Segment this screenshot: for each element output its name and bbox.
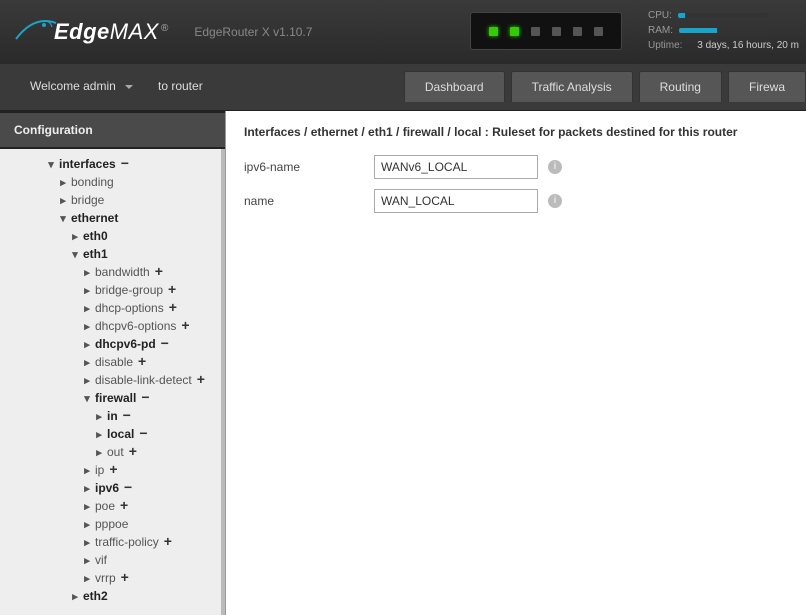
registered-icon: ® <box>161 23 168 34</box>
tree-bonding[interactable]: ▸bonding <box>0 173 221 191</box>
tree-firewall-out[interactable]: ▸out+ <box>0 443 221 461</box>
config-tree: ▾interfaces− ▸bonding ▸bridge ▾ethernet … <box>0 149 225 615</box>
tree-firewall-local[interactable]: ▸local− <box>0 425 221 443</box>
content-area: Configuration ▾interfaces− ▸bonding ▸bri… <box>0 111 806 615</box>
ram-label: RAM: <box>648 23 673 38</box>
cpu-label: CPU: <box>648 8 672 23</box>
info-icon[interactable]: i <box>548 194 562 208</box>
led-2 <box>510 27 519 36</box>
tree-bridge-group[interactable]: ▸bridge-group+ <box>0 281 221 299</box>
cpu-bar <box>678 13 768 18</box>
to-router-link[interactable]: to router <box>158 79 203 93</box>
sidebar: Configuration ▾interfaces− ▸bonding ▸bri… <box>0 111 226 615</box>
ipv6-name-input[interactable] <box>374 155 538 179</box>
led-3 <box>531 27 540 36</box>
tree-poe[interactable]: ▸poe+ <box>0 497 221 515</box>
port-led-panel <box>470 12 622 50</box>
tab-routing[interactable]: Routing <box>639 71 722 102</box>
main-tabs: Dashboard Traffic Analysis Routing Firew… <box>404 71 806 102</box>
name-input[interactable] <box>374 189 538 213</box>
breadcrumb: Interfaces / ethernet / eth1 / firewall … <box>244 125 788 139</box>
tree-vif[interactable]: ▸vif <box>0 551 221 569</box>
tree-dhcpv6-pd[interactable]: ▸dhcpv6-pd− <box>0 335 221 353</box>
tree-disable[interactable]: ▸disable+ <box>0 353 221 371</box>
app-header: EdgeMAX ® EdgeRouter X v1.10.7 CPU: RAM:… <box>0 0 806 64</box>
welcome-menu[interactable]: Welcome admin <box>30 79 133 93</box>
tree-ip[interactable]: ▸ip+ <box>0 461 221 479</box>
ram-bar <box>679 28 769 33</box>
tree-traffic-policy[interactable]: ▸traffic-policy+ <box>0 533 221 551</box>
tree-eth2[interactable]: ▸eth2 <box>0 587 221 605</box>
tree-dhcpv6-options[interactable]: ▸dhcpv6-options+ <box>0 317 221 335</box>
tree-firewall[interactable]: ▾firewall− <box>0 389 221 407</box>
tree-ethernet[interactable]: ▾ethernet <box>0 209 221 227</box>
tree-ipv6[interactable]: ▸ipv6− <box>0 479 221 497</box>
name-label: name <box>244 194 374 208</box>
led-4 <box>552 27 561 36</box>
tree-vrrp[interactable]: ▸vrrp+ <box>0 569 221 587</box>
tree-pppoe[interactable]: ▸pppoe <box>0 515 221 533</box>
tree-eth0[interactable]: ▸eth0 <box>0 227 221 245</box>
sidebar-title: Configuration <box>0 111 225 149</box>
field-name: name i <box>244 189 788 213</box>
tab-traffic-analysis[interactable]: Traffic Analysis <box>511 71 633 102</box>
tree-dhcp-options[interactable]: ▸dhcp-options+ <box>0 299 221 317</box>
uptime-label: Uptime: <box>648 38 682 53</box>
welcome-text: Welcome admin <box>30 79 116 93</box>
chevron-down-icon <box>125 85 133 89</box>
tree-firewall-in[interactable]: ▸in− <box>0 407 221 425</box>
field-ipv6-name: ipv6-name i <box>244 155 788 179</box>
tab-dashboard[interactable]: Dashboard <box>404 71 505 102</box>
main-panel: Interfaces / ethernet / eth1 / firewall … <box>226 111 806 615</box>
tree-eth1[interactable]: ▾eth1 <box>0 245 221 263</box>
product-name: EdgeRouter X v1.10.7 <box>194 25 312 39</box>
info-icon[interactable]: i <box>548 160 562 174</box>
logo-swoosh-icon <box>14 19 52 45</box>
tree-interfaces[interactable]: ▾interfaces− <box>0 155 221 173</box>
uptime-value: 3 days, 16 hours, 20 m <box>697 38 799 53</box>
tree-bridge[interactable]: ▸bridge <box>0 191 221 209</box>
led-5 <box>573 27 582 36</box>
tab-firewall[interactable]: Firewa <box>728 71 806 102</box>
system-info: CPU: RAM: Uptime: 3 days, 16 hours, 20 m <box>648 8 799 53</box>
tree-disable-link-detect[interactable]: ▸disable-link-detect+ <box>0 371 221 389</box>
led-1 <box>489 27 498 36</box>
ipv6-name-label: ipv6-name <box>244 160 374 174</box>
secondary-bar: Welcome admin to router Dashboard Traffi… <box>0 64 806 111</box>
brand-text: EdgeMAX <box>54 19 159 45</box>
tree-bandwidth[interactable]: ▸bandwidth+ <box>0 263 221 281</box>
brand-logo: EdgeMAX ® <box>14 19 168 45</box>
led-6 <box>594 27 603 36</box>
